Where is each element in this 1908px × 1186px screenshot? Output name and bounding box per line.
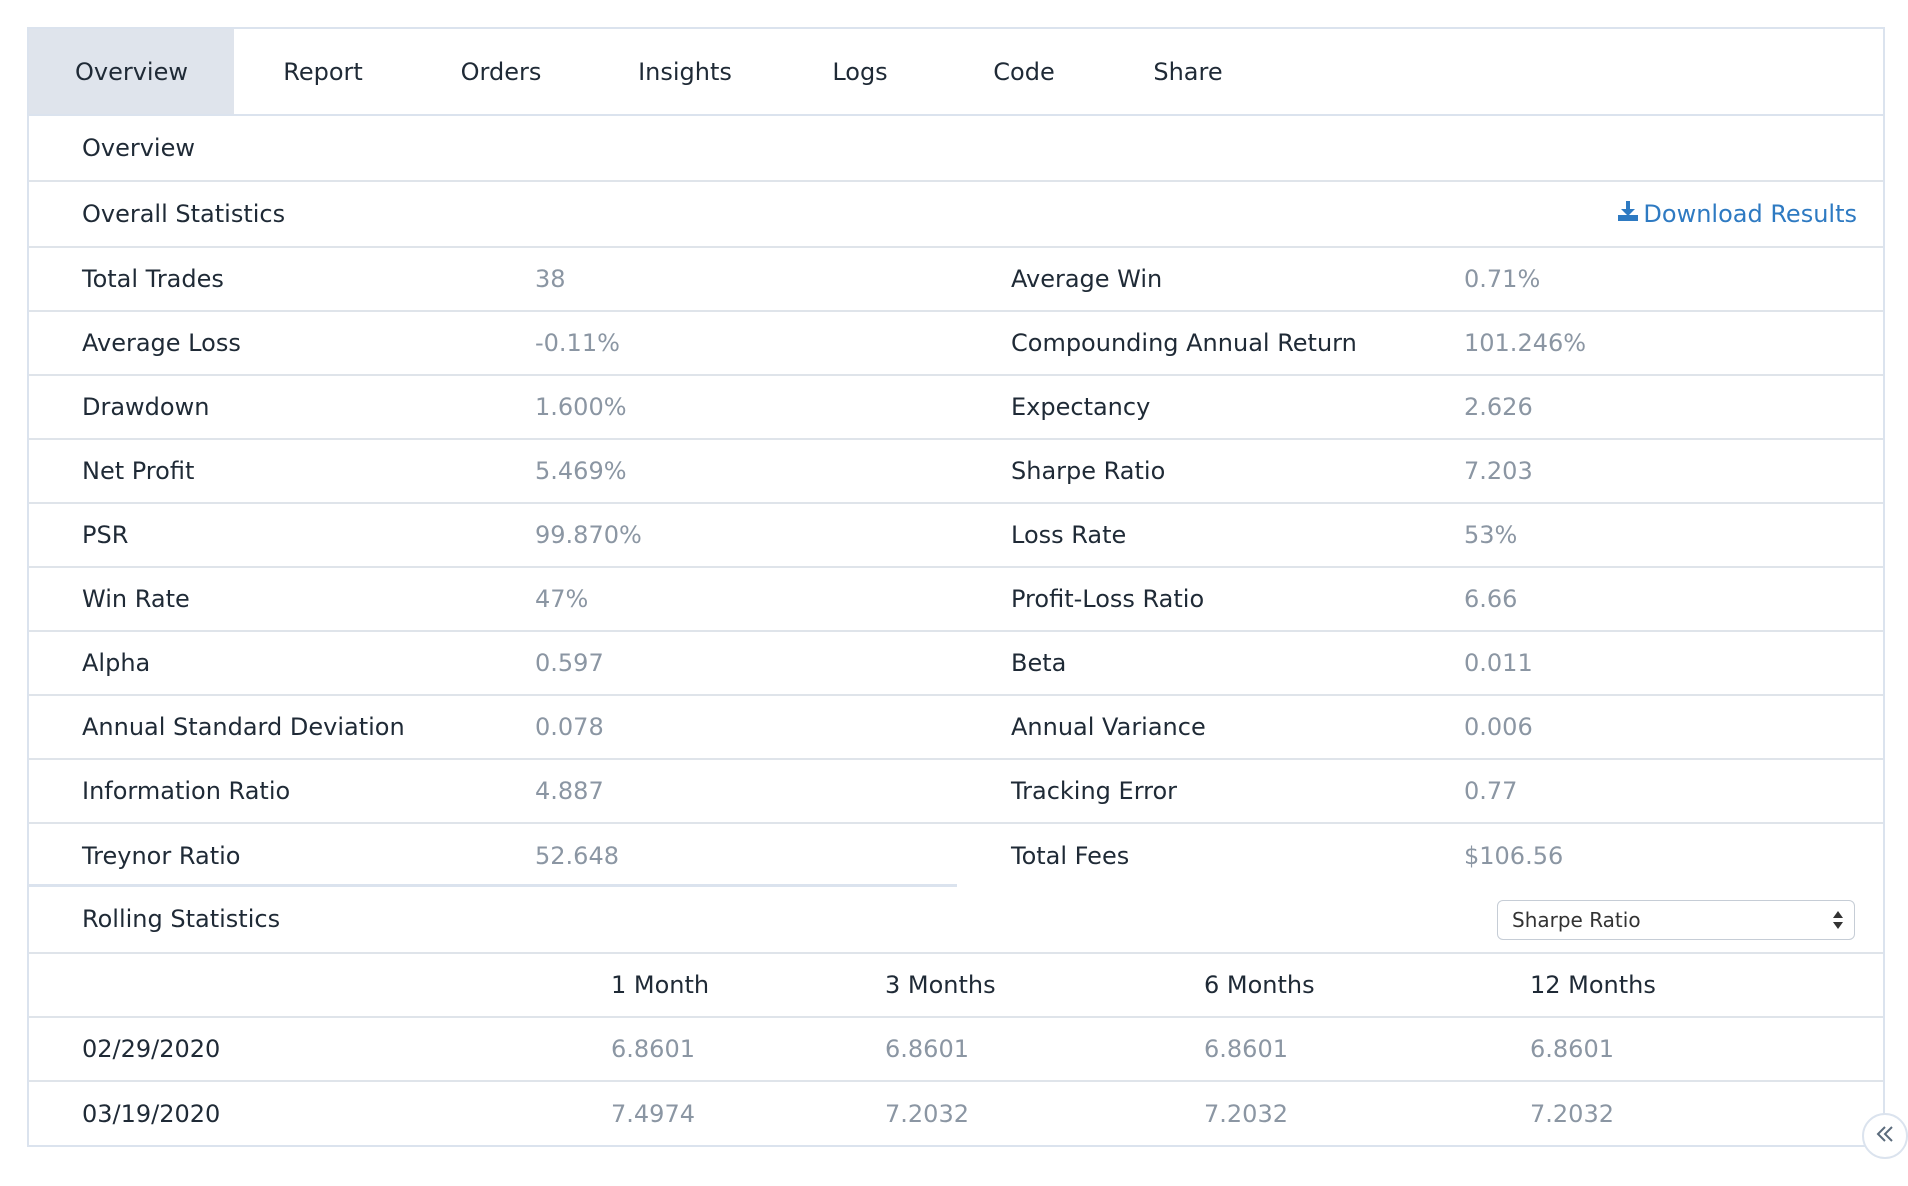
- stat-value: $106.56: [1464, 842, 1564, 870]
- table-row: 03/19/2020 7.4974 7.2032 7.2032 7.2032: [29, 1082, 1883, 1146]
- table-row: PSR 99.870% Loss Rate 53%: [29, 504, 1883, 568]
- overview-heading-row: Overview: [29, 116, 1883, 182]
- stat-value: 7.203: [1464, 457, 1533, 485]
- column-header-12-months: 12 Months: [1530, 971, 1656, 999]
- stat-label: Average Win: [1011, 265, 1163, 293]
- stat-value: 99.870%: [535, 521, 642, 549]
- tab-logs[interactable]: Logs: [780, 29, 940, 114]
- download-icon: [1617, 200, 1643, 228]
- table-row: Alpha 0.597 Beta 0.011: [29, 632, 1883, 696]
- tab-overview[interactable]: Overview: [29, 29, 234, 114]
- column-header-1-month: 1 Month: [611, 971, 710, 999]
- rolling-value: 6.8601: [885, 1035, 969, 1063]
- stat-label: Alpha: [82, 649, 151, 677]
- rolling-value: 7.2032: [1204, 1100, 1288, 1128]
- select-arrows-icon: [1832, 909, 1844, 936]
- rolling-date: 02/29/2020: [82, 1035, 221, 1063]
- rolling-value: 7.2032: [1530, 1100, 1614, 1128]
- stat-label: Drawdown: [82, 393, 210, 421]
- overview-heading: Overview: [82, 134, 195, 162]
- rolling-metric-select[interactable]: Sharpe Ratio: [1497, 900, 1855, 940]
- rolling-value: 6.8601: [611, 1035, 695, 1063]
- stat-label: Win Rate: [82, 585, 190, 613]
- stat-value: 0.597: [535, 649, 604, 677]
- column-header-3-months: 3 Months: [885, 971, 996, 999]
- stat-value: 0.011: [1464, 649, 1533, 677]
- stat-value: 0.77: [1464, 777, 1518, 805]
- stat-value: 52.648: [535, 842, 619, 870]
- stat-label: Total Trades: [82, 265, 224, 293]
- stat-label: Sharpe Ratio: [1011, 457, 1166, 485]
- stat-value: 0.006: [1464, 713, 1533, 741]
- overall-statistics-title: Overall Statistics: [82, 200, 286, 228]
- tab-insights[interactable]: Insights: [590, 29, 780, 114]
- table-row: Information Ratio 4.887 Tracking Error 0.77: [29, 760, 1883, 824]
- stat-value: 6.66: [1464, 585, 1518, 613]
- download-results-link[interactable]: Download Results: [1617, 182, 1857, 246]
- table-row: Annual Standard Deviation 0.078 Annual Var…: [29, 696, 1883, 760]
- rolling-value: 6.8601: [1530, 1035, 1614, 1063]
- stat-label: Average Loss: [82, 329, 241, 357]
- tab-bar: Overview Report Orders Insights Logs Cod…: [29, 29, 1883, 116]
- stat-value: 53%: [1464, 521, 1518, 549]
- stat-label: Treynor Ratio: [82, 842, 241, 870]
- stat-label: Compounding Annual Return: [1011, 329, 1357, 357]
- tab-report[interactable]: Report: [234, 29, 412, 114]
- stat-value: 4.887: [535, 777, 604, 805]
- rolling-table-header: 1 Month 3 Months 6 Months 12 Months: [29, 954, 1883, 1018]
- stat-value: 0.71%: [1464, 265, 1541, 293]
- stat-value: 101.246%: [1464, 329, 1587, 357]
- stat-label: Beta: [1011, 649, 1067, 677]
- column-header-6-months: 6 Months: [1204, 971, 1315, 999]
- stat-label: Annual Variance: [1011, 713, 1206, 741]
- rolling-statistics-title: Rolling Statistics: [82, 905, 281, 933]
- stat-label: Annual Standard Deviation: [82, 713, 405, 741]
- tab-code[interactable]: Code: [940, 29, 1108, 114]
- stat-value: -0.11%: [535, 329, 620, 357]
- collapse-panel-button[interactable]: [1862, 1113, 1908, 1159]
- stat-value: 38: [535, 265, 566, 293]
- stat-label: Information Ratio: [82, 777, 291, 805]
- table-row: 02/29/2020 6.8601 6.8601 6.8601 6.8601: [29, 1018, 1883, 1082]
- stat-value: 5.469%: [535, 457, 627, 485]
- table-row: Win Rate 47% Profit-Loss Ratio 6.66: [29, 568, 1883, 632]
- stat-value: 1.600%: [535, 393, 627, 421]
- tab-share[interactable]: Share: [1108, 29, 1268, 114]
- stat-label: Total Fees: [1011, 842, 1130, 870]
- table-row: Average Loss -0.11% Compounding Annual Ret…: [29, 312, 1883, 376]
- table-row: Drawdown 1.600% Expectancy 2.626: [29, 376, 1883, 440]
- tab-orders[interactable]: Orders: [412, 29, 590, 114]
- download-results-label: Download Results: [1643, 200, 1857, 228]
- rolling-metric-value: Sharpe Ratio: [1512, 908, 1641, 932]
- overall-statistics-header: Overall Statistics Download Results: [29, 182, 1883, 248]
- rolling-date: 03/19/2020: [82, 1100, 221, 1128]
- stat-value: 2.626: [1464, 393, 1533, 421]
- rolling-value: 7.4974: [611, 1100, 695, 1128]
- rolling-value: 6.8601: [1204, 1035, 1288, 1063]
- results-panel: Overview Report Orders Insights Logs Cod…: [27, 27, 1885, 1147]
- stat-label: PSR: [82, 521, 129, 549]
- stat-label: Tracking Error: [1011, 777, 1178, 805]
- rolling-statistics-header: Rolling Statistics Sharpe Ratio: [29, 886, 1883, 954]
- table-row: Total Trades 38 Average Win 0.71%: [29, 248, 1883, 312]
- rolling-value: 7.2032: [885, 1100, 969, 1128]
- double-chevron-left-icon: [1874, 1124, 1896, 1148]
- stat-label: Profit-Loss Ratio: [1011, 585, 1205, 613]
- table-row: Treynor Ratio 52.648 Total Fees $106.56: [29, 824, 1883, 888]
- table-row: Net Profit 5.469% Sharpe Ratio 7.203: [29, 440, 1883, 504]
- stat-value: 47%: [535, 585, 589, 613]
- stat-label: Expectancy: [1011, 393, 1151, 421]
- stat-label: Loss Rate: [1011, 521, 1127, 549]
- stat-label: Net Profit: [82, 457, 195, 485]
- stat-value: 0.078: [535, 713, 604, 741]
